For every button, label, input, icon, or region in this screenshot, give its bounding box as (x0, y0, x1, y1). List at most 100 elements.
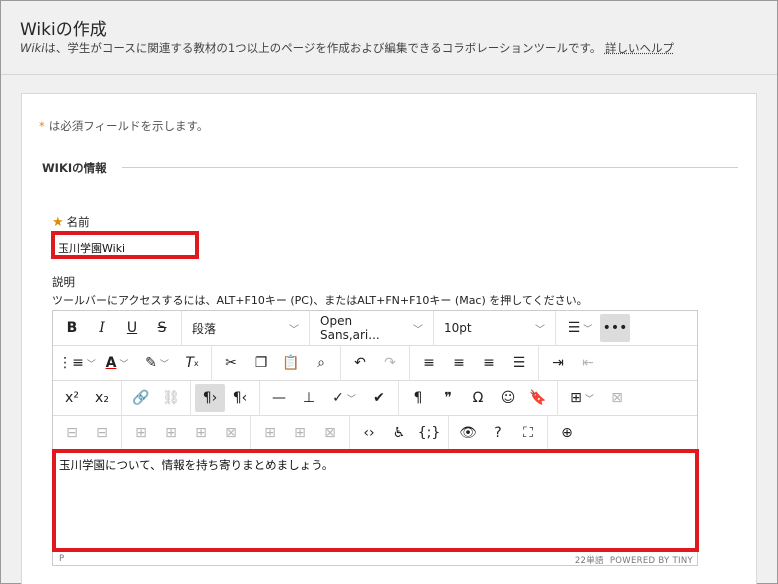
misc-group: ¶ ❞ Ω ☺ 🔖 (399, 380, 558, 416)
page-header: Wikiの作成 Wikiは、学生がコースに関連する教材の1つ以上のページを作成お… (1, 1, 777, 75)
highlight-color-button[interactable]: ✎ ﹀ (137, 349, 177, 377)
toolbar-row-4: ⊟ ⊟ ⊞ ⊞ ⊞ ⊠ ⊞ ⊞ ⊠ ‹› ♿ {;} 👁 ? ⛶ ⊕ (53, 415, 697, 451)
chevron-down-icon: ﹀ (119, 359, 129, 370)
delete-row-icon[interactable]: ⊠ (216, 419, 246, 447)
description-text: は、学生がコースに関連する教材の1つ以上のページを作成および編集できるコラボレー… (44, 41, 602, 55)
check-accessibility-icon[interactable]: ✔ (364, 384, 394, 412)
rtl-icon[interactable]: ¶‹ (225, 384, 255, 412)
code-group: ‹› ♿ {;} (350, 415, 449, 451)
insert-row-after-icon[interactable]: ⊞ (156, 419, 186, 447)
name-label: ★ 名前 (52, 215, 90, 230)
toolbar-row-1: B I U S 段落 ﹀ Open Sans,ari... ﹀ 10pt ﹀ ☰ ﹀ •… (53, 310, 697, 346)
blockquote-icon[interactable]: ❞ (433, 384, 463, 412)
delete-table-icon[interactable]: ⊠ (602, 384, 632, 412)
italic-button[interactable]: I (87, 314, 117, 342)
special-char-icon[interactable]: Ω (463, 384, 493, 412)
redo-icon[interactable]: ↷ (375, 349, 405, 377)
link-group: 🔗 ⛓ (122, 380, 191, 416)
required-star-icon: * (39, 119, 45, 133)
editor-content-area[interactable]: 玉川学園について、情報を持ち寄りまとめましょう。 (52, 449, 699, 552)
bullet-list-button[interactable]: ☰ ﹀ (560, 314, 600, 342)
window-frame: Wikiの作成 Wikiは、学生がコースに関連する教材の1つ以上のページを作成お… (0, 0, 778, 584)
math-icon[interactable]: {;} (414, 419, 444, 447)
chevron-down-icon: ﹀ (535, 324, 545, 336)
spellcheck-icon[interactable]: ✓ ﹀ (324, 384, 364, 412)
direction-group: ¶› ¶‹ (191, 380, 260, 416)
chevron-down-icon: ﹀ (289, 324, 299, 336)
align-group: ≡ ≡ ≡ ☰ (410, 345, 539, 381)
page-description: Wikiは、学生がコースに関連する教材の1つ以上のページを作成および編集できるコ… (20, 40, 674, 56)
script-group: x² x₂ (53, 380, 122, 416)
font-family-select[interactable]: Open Sans,ari... ﹀ (310, 310, 434, 346)
strikethrough-button[interactable]: S (147, 314, 177, 342)
view-group: 👁 ? ⛶ (449, 415, 548, 451)
list-group: ☰ ﹀ ••• (556, 311, 634, 346)
chevron-down-icon: ﹀ (584, 394, 594, 405)
page-title: Wikiの作成 (20, 20, 107, 40)
align-justify-icon[interactable]: ☰ (504, 349, 534, 377)
element-path[interactable]: P (59, 554, 64, 564)
align-right-icon[interactable]: ≡ (474, 349, 504, 377)
insert-col-before-icon[interactable]: ⊞ (255, 419, 285, 447)
toolbar-row-2: ⋮≡ ﹀ A ﹀ ✎ ﹀ Tx ✂ ❐ 📋 ⌕ ↶ ↷ ≡ ≡ ≡ ☰ ⇥ ⇤ (53, 345, 697, 381)
paste-icon[interactable]: 📋 (276, 349, 306, 377)
table-row-props-icon[interactable]: ⊟ (57, 419, 87, 447)
horizontal-rule-icon[interactable]: — (264, 384, 294, 412)
insert-anchor-icon[interactable]: ⊥ (294, 384, 324, 412)
powered-by-link[interactable]: POWERED BY TINY (610, 556, 693, 566)
numbered-list-button[interactable]: ⋮≡ ﹀ (57, 349, 97, 377)
underline-button[interactable]: U (117, 314, 147, 342)
fullscreen-icon[interactable]: ⛶ (513, 419, 543, 447)
source-code-icon[interactable]: ‹› (354, 419, 384, 447)
rich-text-editor: B I U S 段落 ﹀ Open Sans,ari... ﹀ 10pt ﹀ ☰ ﹀ •… (52, 310, 699, 566)
required-star-icon: ★ (52, 215, 64, 230)
align-left-icon[interactable]: ≡ (414, 349, 444, 377)
link-icon[interactable]: 🔗 (126, 384, 156, 412)
emoji-icon[interactable]: ☺ (493, 384, 523, 412)
table-cell-group: ⊟ ⊟ (53, 415, 122, 451)
description-label: 説明 (52, 275, 75, 289)
section-divider (122, 167, 738, 168)
split-cell-icon[interactable]: ⊞ (186, 419, 216, 447)
find-replace-icon[interactable]: ⌕ (306, 349, 336, 377)
superscript-icon[interactable]: x² (57, 384, 87, 412)
ltr-icon[interactable]: ¶› (195, 384, 225, 412)
name-input[interactable]: 玉川学園Wiki (51, 231, 199, 259)
undo-icon[interactable]: ↶ (345, 349, 375, 377)
chevron-down-icon: ﹀ (86, 359, 96, 370)
more-help-link[interactable]: 詳しいヘルプ (605, 41, 674, 55)
bold-button[interactable]: B (57, 314, 87, 342)
table-row-group: ⊞ ⊞ ⊞ ⊠ (122, 415, 251, 451)
preview-icon[interactable]: 👁 (453, 419, 483, 447)
bookmark-icon[interactable]: 🔖 (523, 384, 553, 412)
clear-formatting-button[interactable]: Tx (177, 349, 207, 377)
help-icon[interactable]: ? (483, 419, 513, 447)
toolbar-access-hint: ツールバーにアクセスするには、ALT+F10キー (PC)、またはALT+FN+… (52, 294, 588, 307)
font-size-select[interactable]: 10pt ﹀ (434, 310, 556, 346)
insert-row-before-icon[interactable]: ⊞ (126, 419, 156, 447)
unlink-icon[interactable]: ⛓ (156, 384, 186, 412)
outdent-icon[interactable]: ⇤ (573, 349, 603, 377)
table-group: ⊞ ﹀ ⊠ (558, 381, 636, 416)
text-color-button[interactable]: A ﹀ (97, 349, 137, 377)
accessibility-icon[interactable]: ♿ (384, 419, 414, 447)
delete-col-icon[interactable]: ⊠ (315, 419, 345, 447)
cut-icon[interactable]: ✂ (216, 349, 246, 377)
list-color-group: ⋮≡ ﹀ A ﹀ ✎ ﹀ Tx (53, 345, 212, 381)
indent-icon[interactable]: ⇥ (543, 349, 573, 377)
insert-group: — ⊥ ✓ ﹀ ✔ (260, 380, 399, 416)
editor-status-bar: P 22単語 POWERED BY TINY (53, 552, 697, 566)
required-note: * は必須フィールドを示します。 (39, 119, 209, 133)
show-blocks-icon[interactable]: ¶ (403, 384, 433, 412)
copy-icon[interactable]: ❐ (246, 349, 276, 377)
subscript-icon[interactable]: x₂ (87, 384, 117, 412)
insert-col-after-icon[interactable]: ⊞ (285, 419, 315, 447)
description-wiki-term: Wiki (20, 41, 45, 55)
table-cell-props-icon[interactable]: ⊟ (87, 419, 117, 447)
add-content-icon[interactable]: ⊕ (552, 419, 582, 447)
toolbar-row-3: x² x₂ 🔗 ⛓ ¶› ¶‹ — ⊥ ✓ ﹀ ✔ ¶ ❞ Ω ☺ 🔖 ⊞ ﹀ … (53, 380, 697, 416)
block-format-select[interactable]: 段落 ﹀ (182, 310, 310, 346)
align-center-icon[interactable]: ≡ (444, 349, 474, 377)
more-options-button[interactable]: ••• (600, 314, 630, 342)
table-icon[interactable]: ⊞ ﹀ (562, 384, 602, 412)
